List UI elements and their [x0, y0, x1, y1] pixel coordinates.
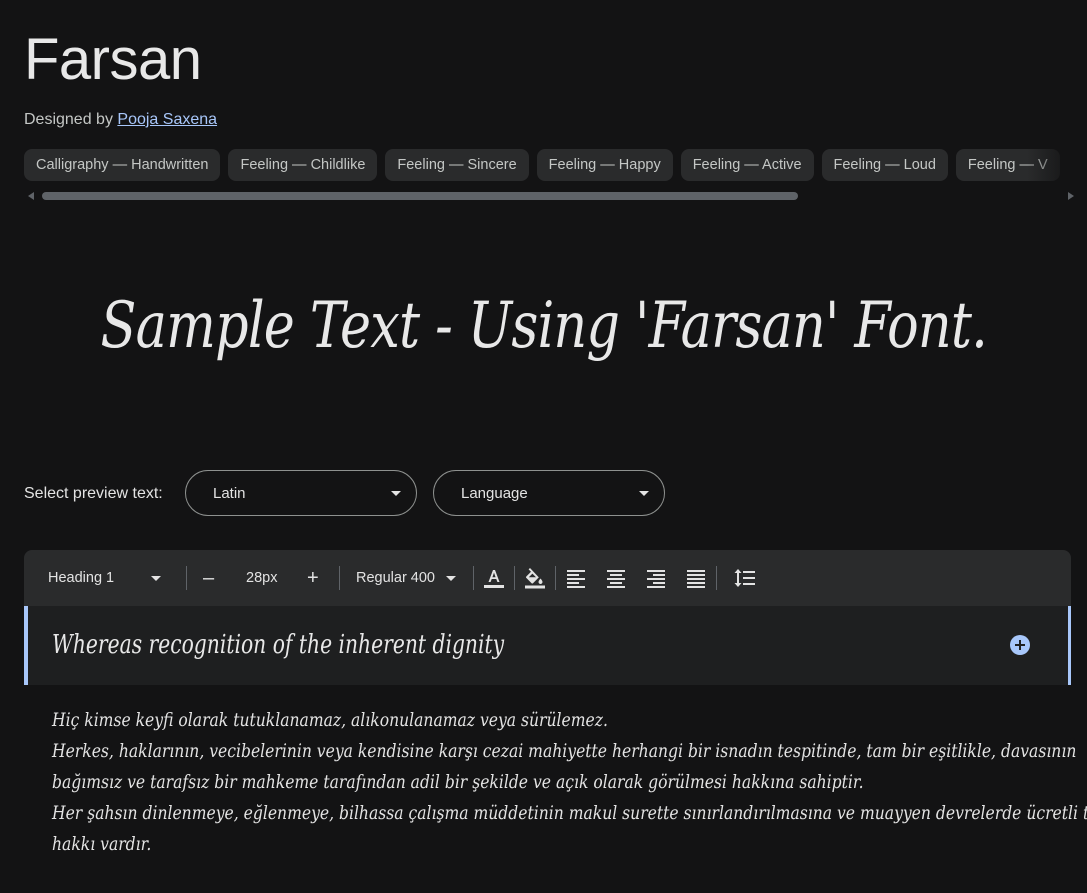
text-color-icon[interactable] [482, 566, 506, 590]
font-weight-value: Regular 400 [356, 570, 435, 586]
body-line: hakkı vardır. [52, 833, 152, 855]
body-line: Herkes, haklarının, vecibelerinin veya k… [52, 740, 1077, 762]
toolbar-divider [339, 566, 340, 590]
body-line: Hiç kimse keyfi olarak tutuklanamaz, alı… [52, 709, 608, 731]
tag-chip[interactable]: Feeling — Happy [536, 149, 673, 181]
sample-text: Sample Text - Using 'Farsan' Font. [100, 289, 988, 363]
toolbar-divider [186, 566, 187, 590]
scroll-right-icon[interactable] [1068, 192, 1074, 200]
tag-chip[interactable]: Feeling — Sincere [385, 149, 529, 181]
tag-chip[interactable]: Calligraphy — Handwritten [24, 149, 221, 181]
font-title: Farsan [24, 27, 202, 92]
tag-chip[interactable]: Feeling — Childlike [228, 149, 378, 181]
increase-size-button[interactable]: + [307, 550, 319, 606]
text-style-select[interactable]: Heading 1 [48, 550, 114, 606]
font-weight-select[interactable]: Regular 400 [356, 550, 435, 606]
align-left-icon[interactable] [564, 566, 588, 590]
add-icon[interactable] [1010, 635, 1030, 655]
chevron-down-icon[interactable] [446, 576, 456, 581]
language-select[interactable]: Language [433, 470, 665, 516]
preview-text-label: Select preview text: [24, 485, 163, 502]
align-justify-icon[interactable] [684, 566, 708, 590]
toolbar-divider [473, 566, 474, 590]
chevron-down-icon [639, 491, 649, 496]
designed-by-label: Designed by [24, 111, 113, 128]
editor-toolbar: Heading 1 – 28px + Regular 400 [24, 550, 1071, 606]
tag-chip[interactable]: Feeling — Loud [821, 149, 948, 181]
align-center-icon[interactable] [604, 566, 628, 590]
tags-fade-overlay [1027, 149, 1087, 181]
tag-chip[interactable]: Feeling — Active [680, 149, 814, 181]
language-select-value: Language [461, 485, 528, 502]
font-specimen-page: Farsan Designed by Pooja Saxena Calligra… [0, 0, 1087, 893]
chevron-down-icon[interactable] [151, 576, 161, 581]
tag-list: Calligraphy — Handwritten Feeling — Chil… [24, 149, 1087, 181]
toolbar-divider [555, 566, 556, 590]
designer-line: Designed by Pooja Saxena [24, 110, 217, 130]
toolbar-divider [514, 566, 515, 590]
heading-editor[interactable]: Whereas recognition of the inherent dign… [24, 606, 1071, 685]
font-size-value[interactable]: 28px [246, 550, 277, 606]
highlight-icon[interactable] [523, 566, 547, 590]
scroll-left-icon[interactable] [28, 192, 34, 200]
heading-editor-text[interactable]: Whereas recognition of the inherent dign… [52, 628, 504, 662]
designer-link[interactable]: Pooja Saxena [117, 111, 217, 128]
toolbar-divider [716, 566, 717, 590]
text-style-value: Heading 1 [48, 570, 115, 586]
line-spacing-icon[interactable] [733, 566, 757, 590]
body-preview-text[interactable]: Hiç kimse keyfi olarak tutuklanamaz, alı… [52, 705, 1087, 860]
body-line: bağımsız ve tarafsız bir mahkeme tarafın… [52, 771, 864, 793]
body-line: Her şahsın dinlenmeye, eğlenmeye, bilhas… [52, 802, 1087, 824]
chevron-down-icon [391, 491, 401, 496]
tags-scrollbar[interactable] [24, 190, 1074, 202]
align-right-icon[interactable] [644, 566, 668, 590]
scroll-thumb[interactable] [42, 192, 798, 200]
decrease-size-button[interactable]: – [203, 550, 214, 606]
script-select-value: Latin [213, 485, 246, 502]
script-select[interactable]: Latin [185, 470, 417, 516]
